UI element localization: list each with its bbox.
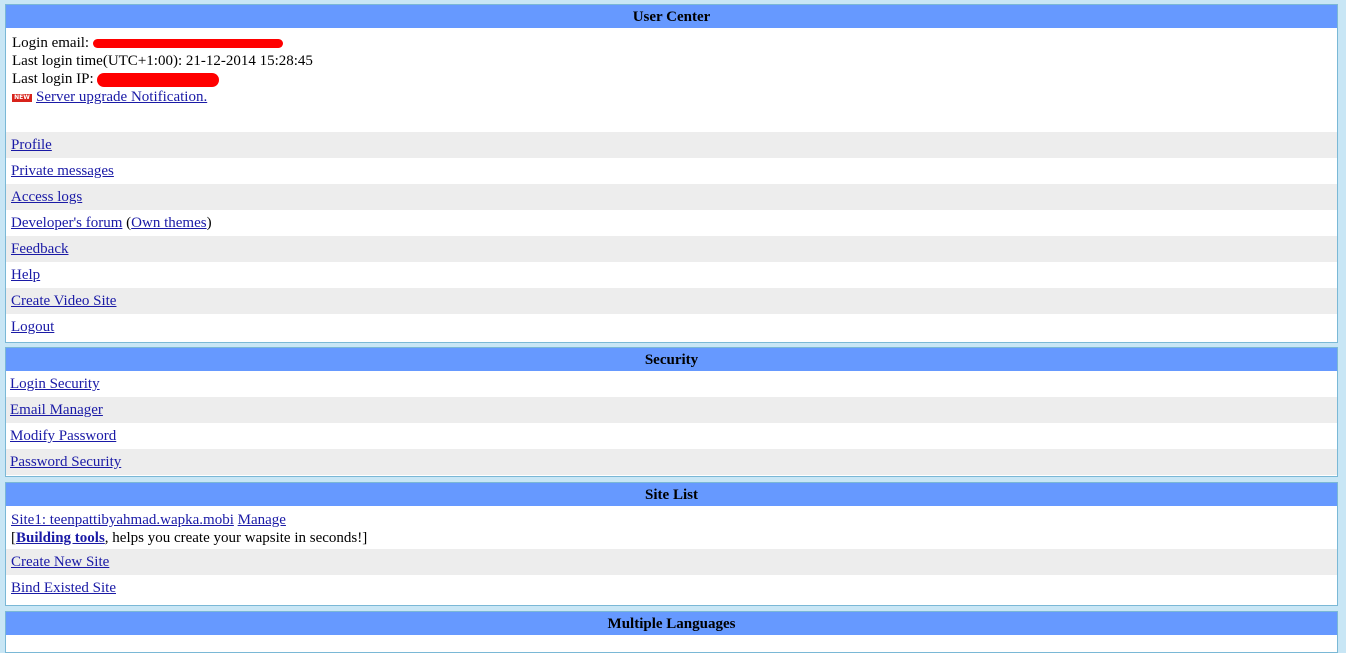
redacted-email: [92, 39, 283, 49]
email-manager-link[interactable]: Email Manager: [10, 402, 103, 418]
login-security-link[interactable]: Login Security: [10, 376, 100, 392]
site-entry: Site1: teenpattibyahmad.wapka.mobi Manag…: [6, 506, 1337, 549]
own-themes-link[interactable]: Own themes: [131, 215, 206, 231]
menu-item-email-manager: Email Manager: [6, 397, 1337, 423]
menu-item-login-security: Login Security: [6, 371, 1337, 397]
create-new-site-link[interactable]: Create New Site: [11, 554, 109, 570]
help-link[interactable]: Help: [11, 267, 40, 283]
modify-password-link[interactable]: Modify Password: [10, 428, 116, 444]
menu-item-password-security: Password Security: [6, 449, 1337, 475]
menu-item-profile: Profile: [6, 132, 1337, 158]
last-login-ip-line: Last login IP:: [12, 70, 1331, 88]
last-login-time-line: Last login time(UTC+1:00): 21-12-2014 15…: [12, 52, 1331, 70]
private-messages-link[interactable]: Private messages: [11, 163, 114, 179]
site1-link[interactable]: Site1: teenpattibyahmad.wapka.mobi: [11, 512, 234, 528]
login-email-line: Login email:: [12, 34, 1331, 52]
login-email-label: Login email:: [12, 35, 90, 51]
create-video-site-link[interactable]: Create Video Site: [11, 293, 116, 309]
building-tools-text: , helps you create your wapsite in secon…: [104, 530, 368, 546]
profile-link[interactable]: Profile: [11, 137, 52, 153]
menu-item-bind-existed-site: Bind Existed Site: [6, 575, 1337, 601]
user-center-panel: User Center Login email: Last login time…: [5, 4, 1338, 343]
menu-item-access-logs: Access logs: [6, 184, 1337, 210]
site1-line: Site1: teenpattibyahmad.wapka.mobi Manag…: [11, 511, 1332, 529]
new-badge-icon: NEW: [12, 93, 32, 102]
developers-forum-link[interactable]: Developer's forum: [11, 215, 122, 231]
security-panel: Security Login Security Email Manager Mo…: [5, 347, 1338, 477]
building-tools-line: [Building tools, helps you create your w…: [11, 530, 368, 546]
security-title: Security: [6, 348, 1337, 371]
multiple-languages-panel: Multiple Languages: [5, 611, 1338, 653]
last-login-time-label: Last login time(UTC+1:00):: [12, 53, 183, 69]
notification-line: NEW Server upgrade Notification.: [12, 88, 1331, 106]
menu-item-modify-password: Modify Password: [6, 423, 1337, 449]
server-upgrade-notification-link[interactable]: Server upgrade Notification.: [36, 89, 207, 105]
menu-item-developers-forum: Developer's forum (Own themes): [11, 215, 212, 231]
user-center-title: User Center: [6, 5, 1337, 28]
last-login-ip-label: Last login IP:: [12, 71, 94, 87]
access-logs-link[interactable]: Access logs: [11, 189, 82, 205]
building-tools-link[interactable]: Building tools: [16, 530, 105, 546]
feedback-link[interactable]: Feedback: [11, 241, 68, 257]
menu-item-private-messages: Private messages: [6, 158, 1337, 184]
menu-item-create-video-site: Create Video Site: [6, 288, 1337, 314]
password-security-link[interactable]: Password Security: [10, 454, 121, 470]
multiple-languages-title: Multiple Languages: [6, 612, 1337, 635]
logout-link[interactable]: Logout: [11, 319, 54, 335]
bind-existed-site-link[interactable]: Bind Existed Site: [11, 580, 116, 596]
site-list-panel: Site List Site1: teenpattibyahmad.wapka.…: [5, 482, 1338, 606]
manage-link[interactable]: Manage: [238, 512, 286, 528]
menu-item-feedback: Feedback: [6, 236, 1337, 262]
site-list-title: Site List: [6, 483, 1337, 506]
menu-item-help: Help: [6, 262, 1337, 288]
last-login-time-value: 21-12-2014 15:28:45: [185, 53, 313, 69]
menu-item-create-new-site: Create New Site: [6, 549, 1337, 575]
menu-item-logout: Logout: [6, 314, 1337, 340]
redacted-ip: [97, 72, 220, 87]
account-info: Login email: Last login time(UTC+1:00): …: [6, 28, 1337, 106]
